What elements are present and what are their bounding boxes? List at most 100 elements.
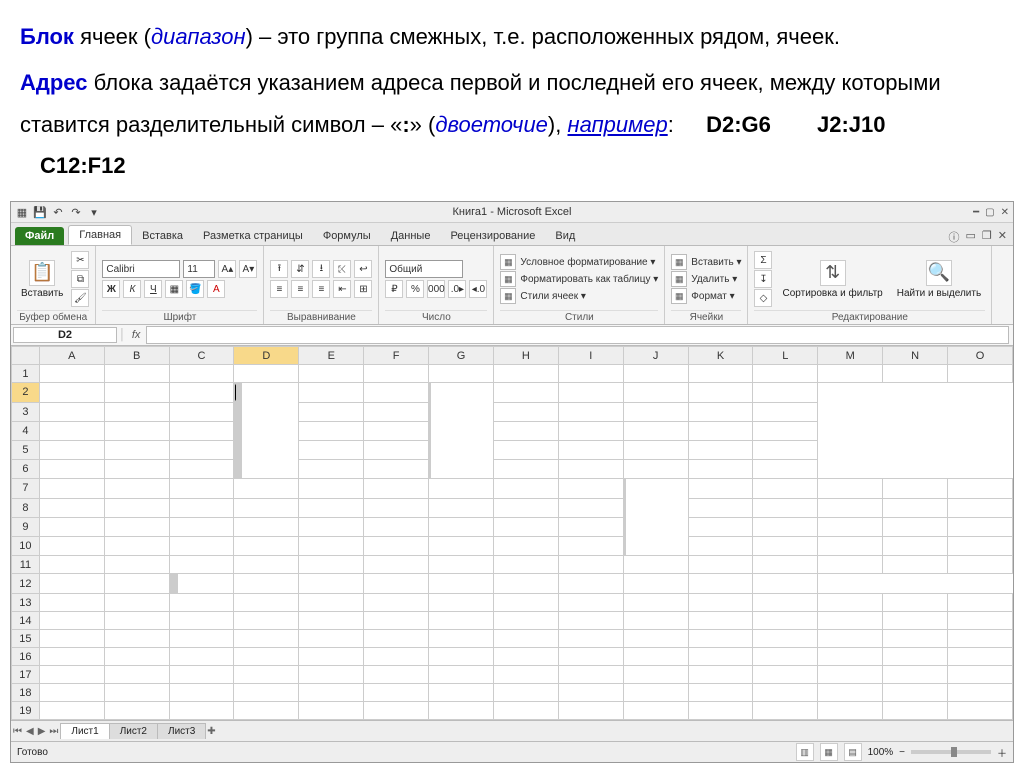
cell[interactable] <box>753 536 818 556</box>
cell[interactable] <box>753 702 818 720</box>
cell[interactable] <box>818 479 883 499</box>
cell[interactable] <box>753 402 818 421</box>
cell[interactable] <box>493 365 558 383</box>
cell[interactable] <box>169 421 234 440</box>
merge-icon[interactable]: ⊞ <box>354 280 372 298</box>
cell[interactable] <box>753 440 818 459</box>
cell[interactable] <box>623 702 688 720</box>
cell[interactable] <box>753 421 818 440</box>
cell[interactable] <box>169 666 234 684</box>
cell[interactable] <box>623 630 688 648</box>
cell[interactable] <box>688 365 753 383</box>
cell[interactable] <box>39 556 104 574</box>
ribbon-tab-0[interactable]: Главная <box>68 225 132 245</box>
italic-button[interactable]: К <box>123 280 141 298</box>
cell[interactable] <box>429 648 494 666</box>
cell[interactable] <box>818 517 883 536</box>
cell[interactable] <box>104 479 169 499</box>
sheet-tab-0[interactable]: Лист1 <box>60 723 109 739</box>
cell[interactable] <box>234 702 299 720</box>
ribbon-tab-2[interactable]: Разметка страницы <box>193 227 313 245</box>
cell[interactable] <box>234 594 299 612</box>
cell[interactable] <box>234 666 299 684</box>
cell[interactable] <box>558 421 623 440</box>
cell[interactable] <box>948 612 1013 630</box>
cell[interactable] <box>364 684 429 702</box>
cell[interactable] <box>299 365 364 383</box>
delete-cells-button[interactable]: ▦Удалить ▾ <box>671 271 741 287</box>
cell[interactable] <box>623 383 688 403</box>
cell[interactable] <box>558 556 623 574</box>
col-header-N[interactable]: N <box>883 347 948 365</box>
cell[interactable] <box>169 498 234 517</box>
cell[interactable] <box>818 612 883 630</box>
cell[interactable] <box>623 648 688 666</box>
cell[interactable] <box>39 594 104 612</box>
cell[interactable] <box>299 556 364 574</box>
border-icon[interactable]: ▦ <box>165 280 183 298</box>
row-header-6[interactable]: 6 <box>12 459 40 479</box>
row-header-9[interactable]: 9 <box>12 517 40 536</box>
cell[interactable] <box>240 421 242 440</box>
cell[interactable] <box>169 459 234 479</box>
bold-button[interactable]: Ж <box>102 280 120 298</box>
undo-icon[interactable]: ↶ <box>51 205 65 219</box>
cell[interactable] <box>818 498 883 517</box>
cell[interactable] <box>753 666 818 684</box>
cell[interactable] <box>39 498 104 517</box>
conditional-formatting-button[interactable]: ▦Условное форматирование ▾ <box>500 254 658 270</box>
cell[interactable] <box>364 594 429 612</box>
sort-filter-button[interactable]: ⇅Сортировка и фильтр <box>778 258 886 301</box>
format-cells-button[interactable]: ▦Формат ▾ <box>671 288 741 304</box>
cell[interactable] <box>364 459 429 479</box>
cell[interactable] <box>493 517 558 536</box>
cell[interactable] <box>39 365 104 383</box>
col-header-C[interactable]: C <box>169 347 234 365</box>
cell[interactable] <box>558 594 623 612</box>
cell[interactable] <box>364 421 429 440</box>
cell[interactable] <box>104 402 169 421</box>
cell[interactable] <box>493 556 558 574</box>
cell[interactable] <box>753 365 818 383</box>
cell[interactable] <box>234 365 299 383</box>
cell[interactable] <box>104 536 169 556</box>
cell[interactable] <box>234 479 299 499</box>
sheet-tab-1[interactable]: Лист2 <box>109 723 158 739</box>
font-name-select[interactable]: Calibri <box>102 260 180 278</box>
cell[interactable] <box>623 402 688 421</box>
cell[interactable] <box>493 612 558 630</box>
col-header-G[interactable]: G <box>429 347 494 365</box>
cell[interactable] <box>104 612 169 630</box>
fill-icon[interactable]: ↧ <box>754 270 772 288</box>
ribbon-tab-6[interactable]: Вид <box>545 227 585 245</box>
cell[interactable] <box>39 666 104 684</box>
formula-input[interactable] <box>146 326 1009 344</box>
cell[interactable] <box>688 383 753 403</box>
cell[interactable] <box>364 402 429 421</box>
cell[interactable] <box>240 383 242 402</box>
cell[interactable] <box>364 365 429 383</box>
cell[interactable] <box>883 479 948 499</box>
cell[interactable] <box>104 517 169 536</box>
cell[interactable] <box>104 440 169 459</box>
cell[interactable] <box>624 536 626 555</box>
cell[interactable] <box>299 648 364 666</box>
underline-button[interactable]: Ч <box>144 280 162 298</box>
shrink-font-icon[interactable]: A▾ <box>239 260 257 278</box>
cell[interactable] <box>688 574 753 594</box>
grow-font-icon[interactable]: A▴ <box>218 260 236 278</box>
fx-icon[interactable]: fx <box>126 329 147 341</box>
view-normal-icon[interactable]: ▥ <box>796 743 814 761</box>
row-header-12[interactable]: 12 <box>12 574 40 594</box>
name-box[interactable]: D2 <box>13 327 117 343</box>
indent-dec-icon[interactable]: ⇤ <box>333 280 351 298</box>
cell[interactable] <box>234 498 299 517</box>
cell[interactable] <box>948 594 1013 612</box>
cell[interactable] <box>818 648 883 666</box>
close-workbook-icon[interactable]: ✕ <box>998 229 1007 245</box>
cell[interactable] <box>558 666 623 684</box>
row-header-2[interactable]: 2 <box>12 383 40 403</box>
sheet-tab-2[interactable]: Лист3 <box>157 723 206 739</box>
cell[interactable] <box>493 498 558 517</box>
cell[interactable] <box>39 536 104 556</box>
